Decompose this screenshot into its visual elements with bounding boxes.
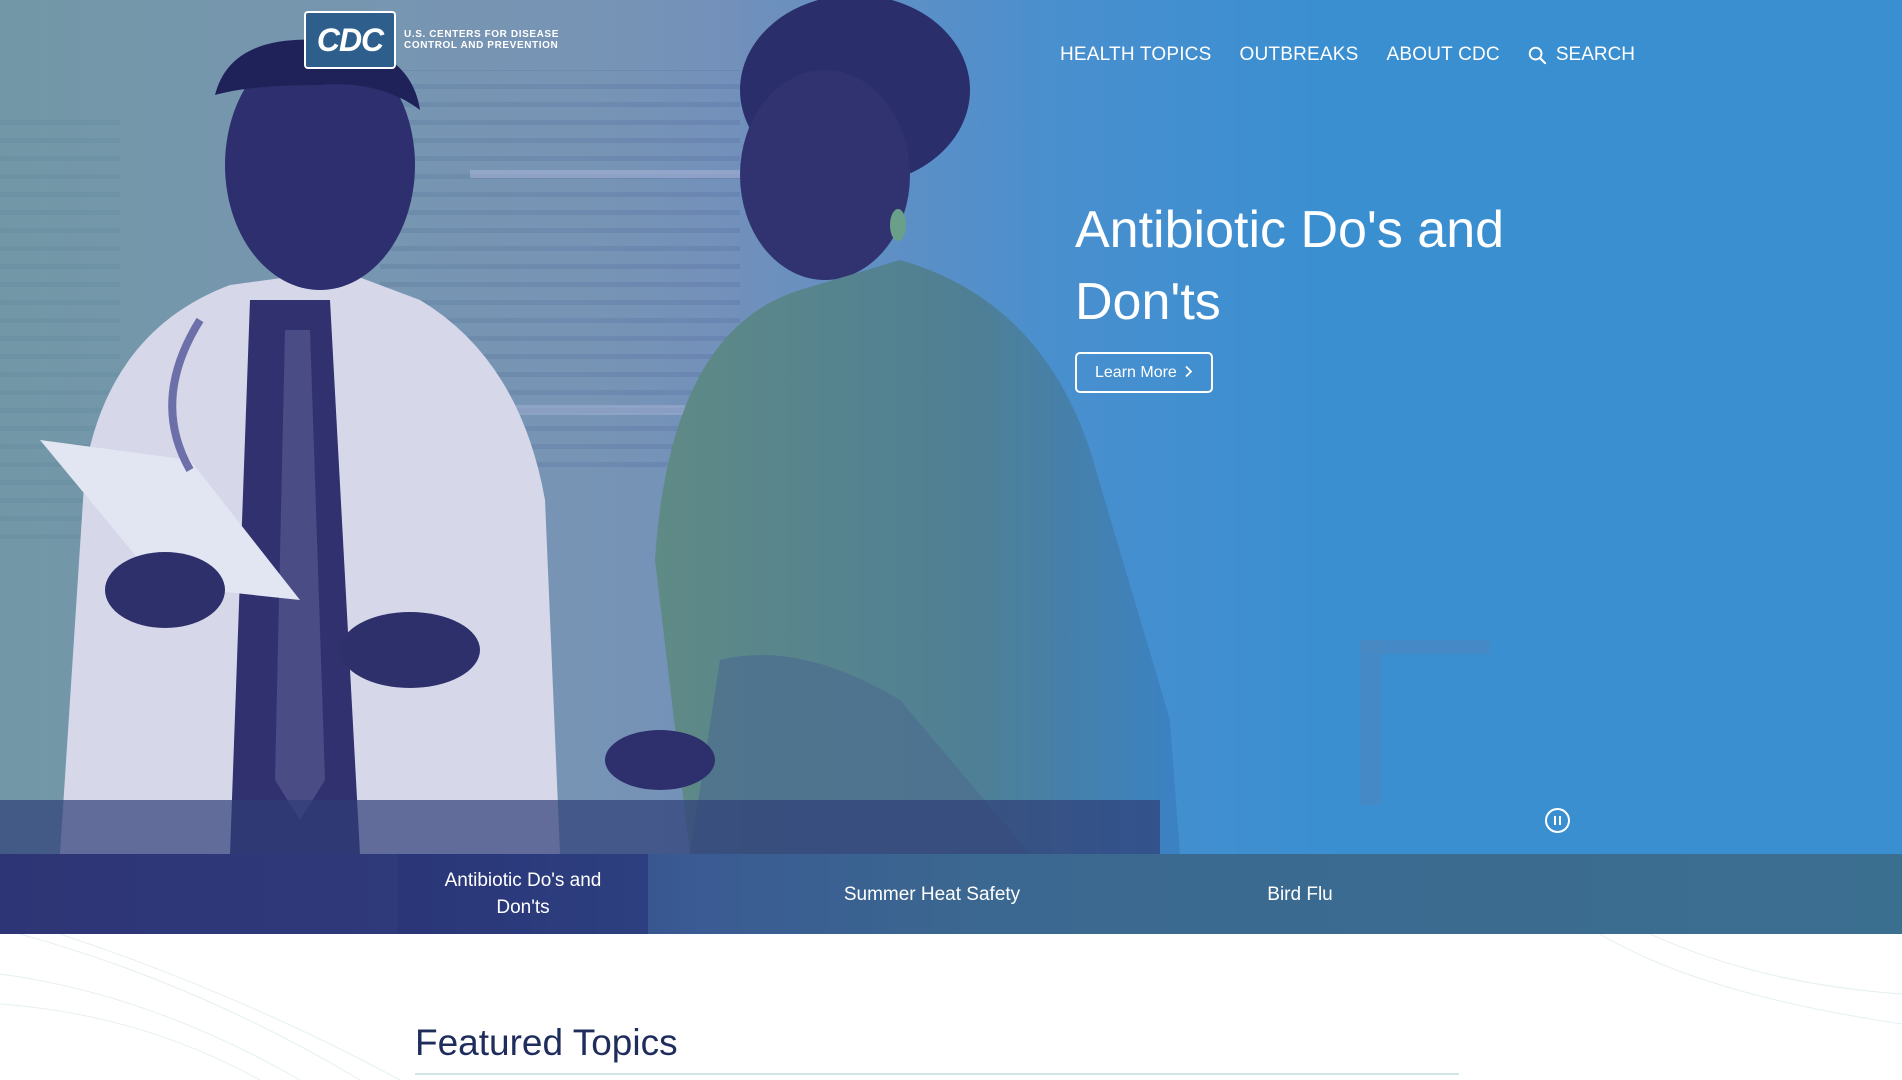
learn-more-button[interactable]: Learn More — [1075, 352, 1213, 393]
hero-image — [0, 0, 1902, 854]
nav-health-topics[interactable]: HEALTH TOPICS — [1060, 44, 1211, 66]
featured-divider — [415, 1073, 1459, 1075]
cdc-homepage: CDC U.S. CENTERS FOR DISEASE CONTROL AND… — [0, 0, 1902, 1080]
featured-background — [0, 933, 1902, 1080]
nav-outbreaks[interactable]: OUTBREAKS — [1239, 44, 1358, 66]
search-icon — [1528, 46, 1546, 64]
cdc-logo-mark: CDC — [304, 11, 396, 69]
main-nav: HEALTH TOPICS OUTBREAKS ABOUT CDC SEARCH — [1060, 44, 1635, 66]
search-button[interactable]: SEARCH — [1528, 44, 1635, 66]
cdc-logo[interactable]: CDC U.S. CENTERS FOR DISEASE CONTROL AND… — [304, 11, 574, 69]
nav-about-cdc[interactable]: ABOUT CDC — [1386, 44, 1499, 66]
chevron-right-icon — [1184, 365, 1193, 381]
carousel-tab-antibiotics[interactable]: Antibiotic Do's and Don'ts — [398, 854, 648, 934]
cdc-logo-text: U.S. CENTERS FOR DISEASE CONTROL AND PRE… — [404, 29, 559, 51]
carousel-tab-summer-heat[interactable]: Summer Heat Safety — [812, 854, 1052, 934]
pause-icon — [1554, 816, 1556, 825]
hero-banner: CDC U.S. CENTERS FOR DISEASE CONTROL AND… — [0, 0, 1902, 854]
carousel-tab-bird-flu[interactable]: Bird Flu — [1220, 854, 1380, 934]
featured-topics-heading: Featured Topics — [415, 1022, 678, 1063]
search-label: SEARCH — [1555, 44, 1636, 65]
carousel-pause-button[interactable] — [1545, 808, 1570, 833]
learn-more-label: Learn More — [1095, 363, 1177, 381]
hero-title: Antibiotic Do's and Don'ts — [1075, 201, 1505, 331]
carousel-tabs: Antibiotic Do's and Don'ts Summer Heat S… — [0, 854, 1902, 934]
